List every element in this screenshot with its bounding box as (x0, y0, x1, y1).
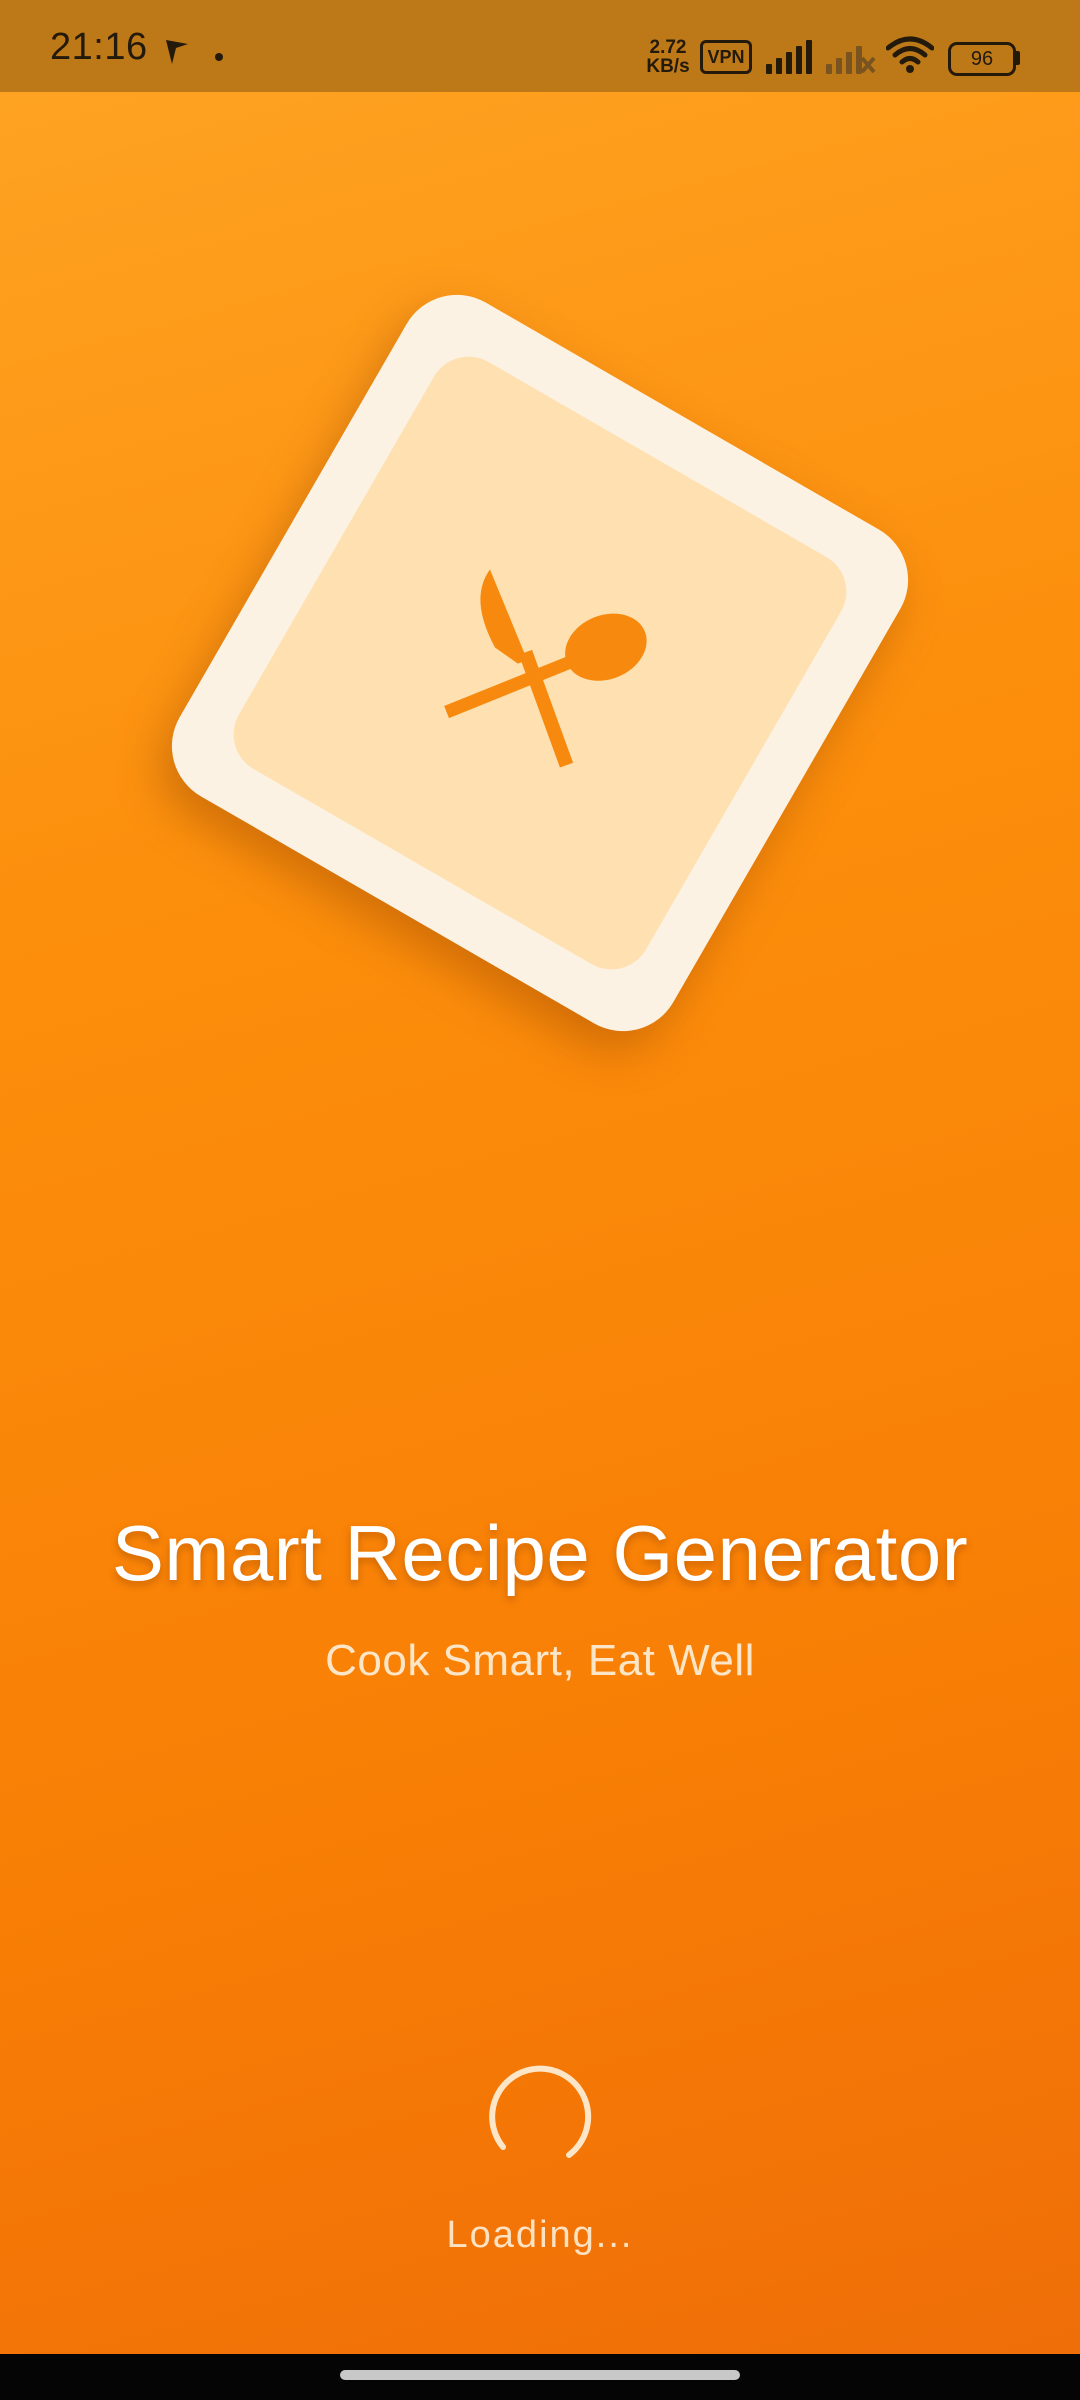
network-speed-value: 2.72 (649, 37, 687, 58)
home-indicator[interactable] (340, 2370, 740, 2380)
notification-dot-icon (215, 53, 223, 61)
system-navigation-bar (0, 2354, 1080, 2400)
app-subtitle: Cook Smart, Eat Well (325, 1636, 755, 1685)
loading-spinner-icon (489, 2065, 592, 2158)
signal-icon (766, 40, 812, 74)
loading-text: Loading... (446, 2214, 634, 2256)
logo-inner-tile (218, 341, 862, 985)
splash-screen: 21:16 2.72 KB/s VPN 96 Smart Recipe Gene… (0, 0, 1080, 2400)
signal-no-service-icon (826, 46, 876, 74)
battery-icon: 96 (948, 42, 1016, 76)
logo-outer-tile (150, 273, 930, 1053)
vpn-badge: VPN (700, 40, 752, 74)
navigation-arrow-icon (166, 40, 188, 64)
status-bar: 21:16 2.72 KB/s VPN 96 (0, 0, 1080, 92)
battery-tip (1016, 51, 1020, 65)
app-logo (150, 273, 930, 1053)
wifi-icon (886, 36, 934, 73)
fork-spoon-utensils-icon (444, 569, 647, 768)
network-speed: 2.72 KB/s (644, 38, 692, 76)
status-time: 21:16 (50, 26, 148, 68)
network-speed-unit: KB/s (646, 56, 690, 77)
app-title: Smart Recipe Generator (111, 1509, 969, 1597)
